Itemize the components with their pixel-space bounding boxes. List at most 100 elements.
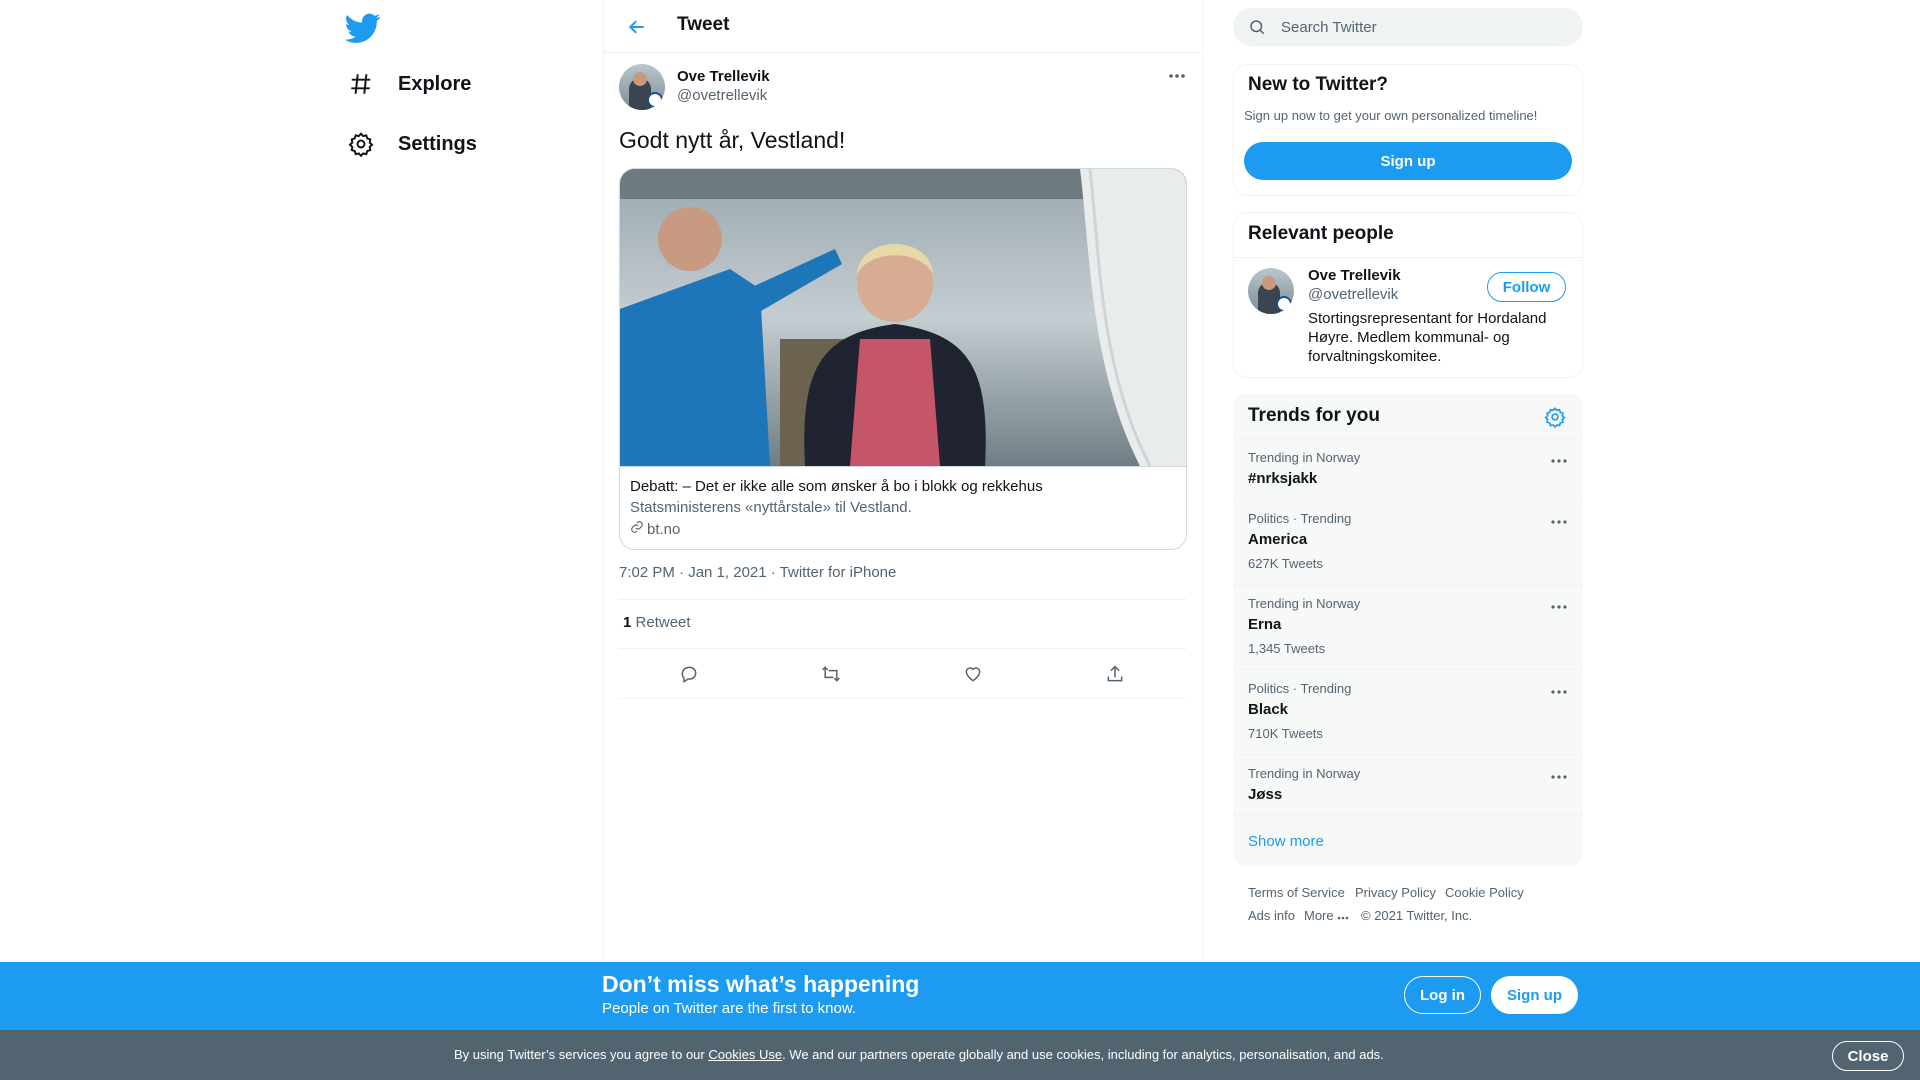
cookies-use-link[interactable]: Cookies Use xyxy=(708,1047,782,1062)
more-dots-icon xyxy=(1337,908,1349,923)
reply-icon xyxy=(681,666,697,683)
heart-icon xyxy=(965,667,981,682)
signup-button[interactable]: Sign up xyxy=(1244,142,1572,180)
tweet-meta[interactable]: 7:02 PM · Jan 1, 2021 · Twitter for iPho… xyxy=(619,564,896,581)
link-card[interactable]: Debatt: – Det er ikke alle som ønsker å … xyxy=(619,168,1187,550)
trends-panel: Trends for you Trending in Norway #nrksj… xyxy=(1233,394,1583,866)
divider xyxy=(619,698,1187,699)
like-button[interactable] xyxy=(955,660,991,688)
trend-context: Trending in Norway xyxy=(1248,596,1361,611)
author-name[interactable]: Ove Trellevik xyxy=(677,68,770,85)
card-image xyxy=(620,169,1186,466)
search-icon xyxy=(1247,17,1267,37)
banner-subtitle: People on Twitter are the first to know. xyxy=(602,1000,857,1017)
more-options-icon[interactable] xyxy=(1547,513,1571,531)
trend-name: Black xyxy=(1248,701,1289,718)
trend-item[interactable]: Trending in Norway #nrksjakk xyxy=(1233,438,1583,499)
more-link[interactable]: More xyxy=(1304,908,1349,923)
bio-line: forvaltningskomitee. xyxy=(1308,348,1442,365)
card-domain: bt.no xyxy=(630,519,1176,541)
banner-signup-button[interactable]: Sign up xyxy=(1491,976,1578,1014)
share-icon xyxy=(1107,665,1123,682)
page-title: Tweet xyxy=(677,14,730,35)
share-button[interactable] xyxy=(1097,660,1133,688)
trends-title: Trends for you xyxy=(1248,405,1380,426)
terms-link[interactable]: Terms of Service xyxy=(1248,885,1345,900)
trend-count: 627K Tweets xyxy=(1248,556,1323,571)
card-body: Debatt: – Det er ikke alle som ønsker å … xyxy=(620,466,1186,549)
copyright: © 2021 Twitter, Inc. xyxy=(1361,908,1473,923)
trend-count: 1,345 Tweets xyxy=(1248,641,1326,656)
gear-icon xyxy=(344,127,378,161)
arrow-left-icon xyxy=(628,20,644,34)
link-icon xyxy=(630,519,644,541)
bio-line: Stortingsrepresentant for Hordaland xyxy=(1308,310,1547,327)
login-button[interactable]: Log in xyxy=(1404,976,1481,1014)
trend-context: Trending in Norway xyxy=(1248,450,1361,465)
author-handle[interactable]: @ovetrellevik xyxy=(677,87,767,104)
nav-item-settings[interactable]: Settings xyxy=(344,119,477,169)
more-options-icon[interactable] xyxy=(1547,683,1571,701)
more-options-icon[interactable] xyxy=(1547,452,1571,470)
retweet-count-label: Retweet xyxy=(635,614,691,631)
cookie-text-before: By using Twitter’s services you agree to… xyxy=(454,1047,709,1062)
banner-title: Don’t miss what’s happening xyxy=(602,971,920,997)
divider xyxy=(1233,257,1583,258)
nav-item-label: Explore xyxy=(398,72,472,95)
cookie-text-after: . We and our partners operate globally a… xyxy=(782,1047,1384,1062)
cookie-policy-link[interactable]: Cookie Policy xyxy=(1445,885,1524,900)
show-more-row: Show more xyxy=(1233,815,1583,866)
divider xyxy=(619,599,1187,600)
nav-item-label: Settings xyxy=(398,132,477,155)
more-link-label: More xyxy=(1304,908,1334,923)
relevant-person-name[interactable]: Ove Trellevik xyxy=(1308,267,1401,284)
trend-item[interactable]: Trending in Norway Jøss xyxy=(1233,754,1583,815)
card-domain-text: bt.no xyxy=(647,521,681,538)
search-input[interactable] xyxy=(1281,18,1571,36)
nav-item-explore[interactable]: Explore xyxy=(344,59,471,109)
tweet-text: Godt nytt år, Vestland! xyxy=(619,127,846,153)
trends-settings-icon[interactable] xyxy=(1544,406,1568,430)
retweet-count[interactable]: 1 Retweet xyxy=(623,614,691,631)
trend-name: America xyxy=(1248,531,1308,548)
retweet-button[interactable] xyxy=(813,660,849,688)
trend-context: Politics · Trending xyxy=(1248,511,1352,526)
retweet-count-number: 1 xyxy=(623,614,632,631)
retweet-icon xyxy=(822,666,840,682)
show-more-link[interactable]: Show more xyxy=(1248,833,1324,850)
trend-item[interactable]: Trending in Norway Erna 1,345 Tweets xyxy=(1233,584,1583,669)
privacy-link[interactable]: Privacy Policy xyxy=(1355,885,1436,900)
more-options-icon[interactable] xyxy=(1547,768,1571,786)
relevant-person-bio: Stortingsrepresentant for Hordaland Høyr… xyxy=(1308,309,1546,366)
new-to-twitter-subtitle: Sign up now to get your own personalized… xyxy=(1244,108,1538,123)
trend-name: Erna xyxy=(1248,616,1282,633)
cookie-close-button[interactable]: Close xyxy=(1832,1041,1904,1071)
trend-item[interactable]: Politics · Trending America 627K Tweets xyxy=(1233,499,1583,584)
trend-name: Jøss xyxy=(1248,786,1283,803)
trend-item[interactable]: Politics · Trending Black 710K Tweets xyxy=(1233,669,1583,754)
back-button[interactable] xyxy=(620,10,654,44)
relevant-person-handle[interactable]: @ovetrellevik xyxy=(1308,286,1398,303)
author-avatar[interactable] xyxy=(619,64,665,110)
new-to-twitter-title: New to Twitter? xyxy=(1248,74,1389,95)
divider xyxy=(619,648,1187,649)
search-bar[interactable] xyxy=(1233,8,1583,46)
trend-context: Trending in Norway xyxy=(1248,766,1361,781)
trend-count: 710K Tweets xyxy=(1248,726,1323,741)
relevant-person-avatar[interactable] xyxy=(1248,268,1294,314)
signup-banner xyxy=(0,962,1920,1030)
twitter-logo-icon[interactable] xyxy=(344,10,381,46)
ads-info-link[interactable]: Ads info xyxy=(1248,908,1295,923)
card-title: Debatt: – Det er ikke alle som ønsker å … xyxy=(630,478,1043,495)
reply-button[interactable] xyxy=(671,660,707,688)
relevant-people-title: Relevant people xyxy=(1248,223,1394,244)
bio-line: Høyre. Medlem kommunal- og xyxy=(1308,329,1510,346)
trend-context: Politics · Trending xyxy=(1248,681,1352,696)
follow-button[interactable]: Follow xyxy=(1487,272,1566,302)
trend-name: #nrksjakk xyxy=(1248,470,1318,487)
card-description: Statsministerens «nyttårstale» til Vestl… xyxy=(630,499,912,516)
cookie-text: By using Twitter’s services you agree to… xyxy=(454,1047,1384,1062)
hashtag-icon xyxy=(344,67,378,101)
more-options-icon[interactable] xyxy=(1547,598,1571,616)
more-options-icon[interactable] xyxy=(1164,66,1190,86)
